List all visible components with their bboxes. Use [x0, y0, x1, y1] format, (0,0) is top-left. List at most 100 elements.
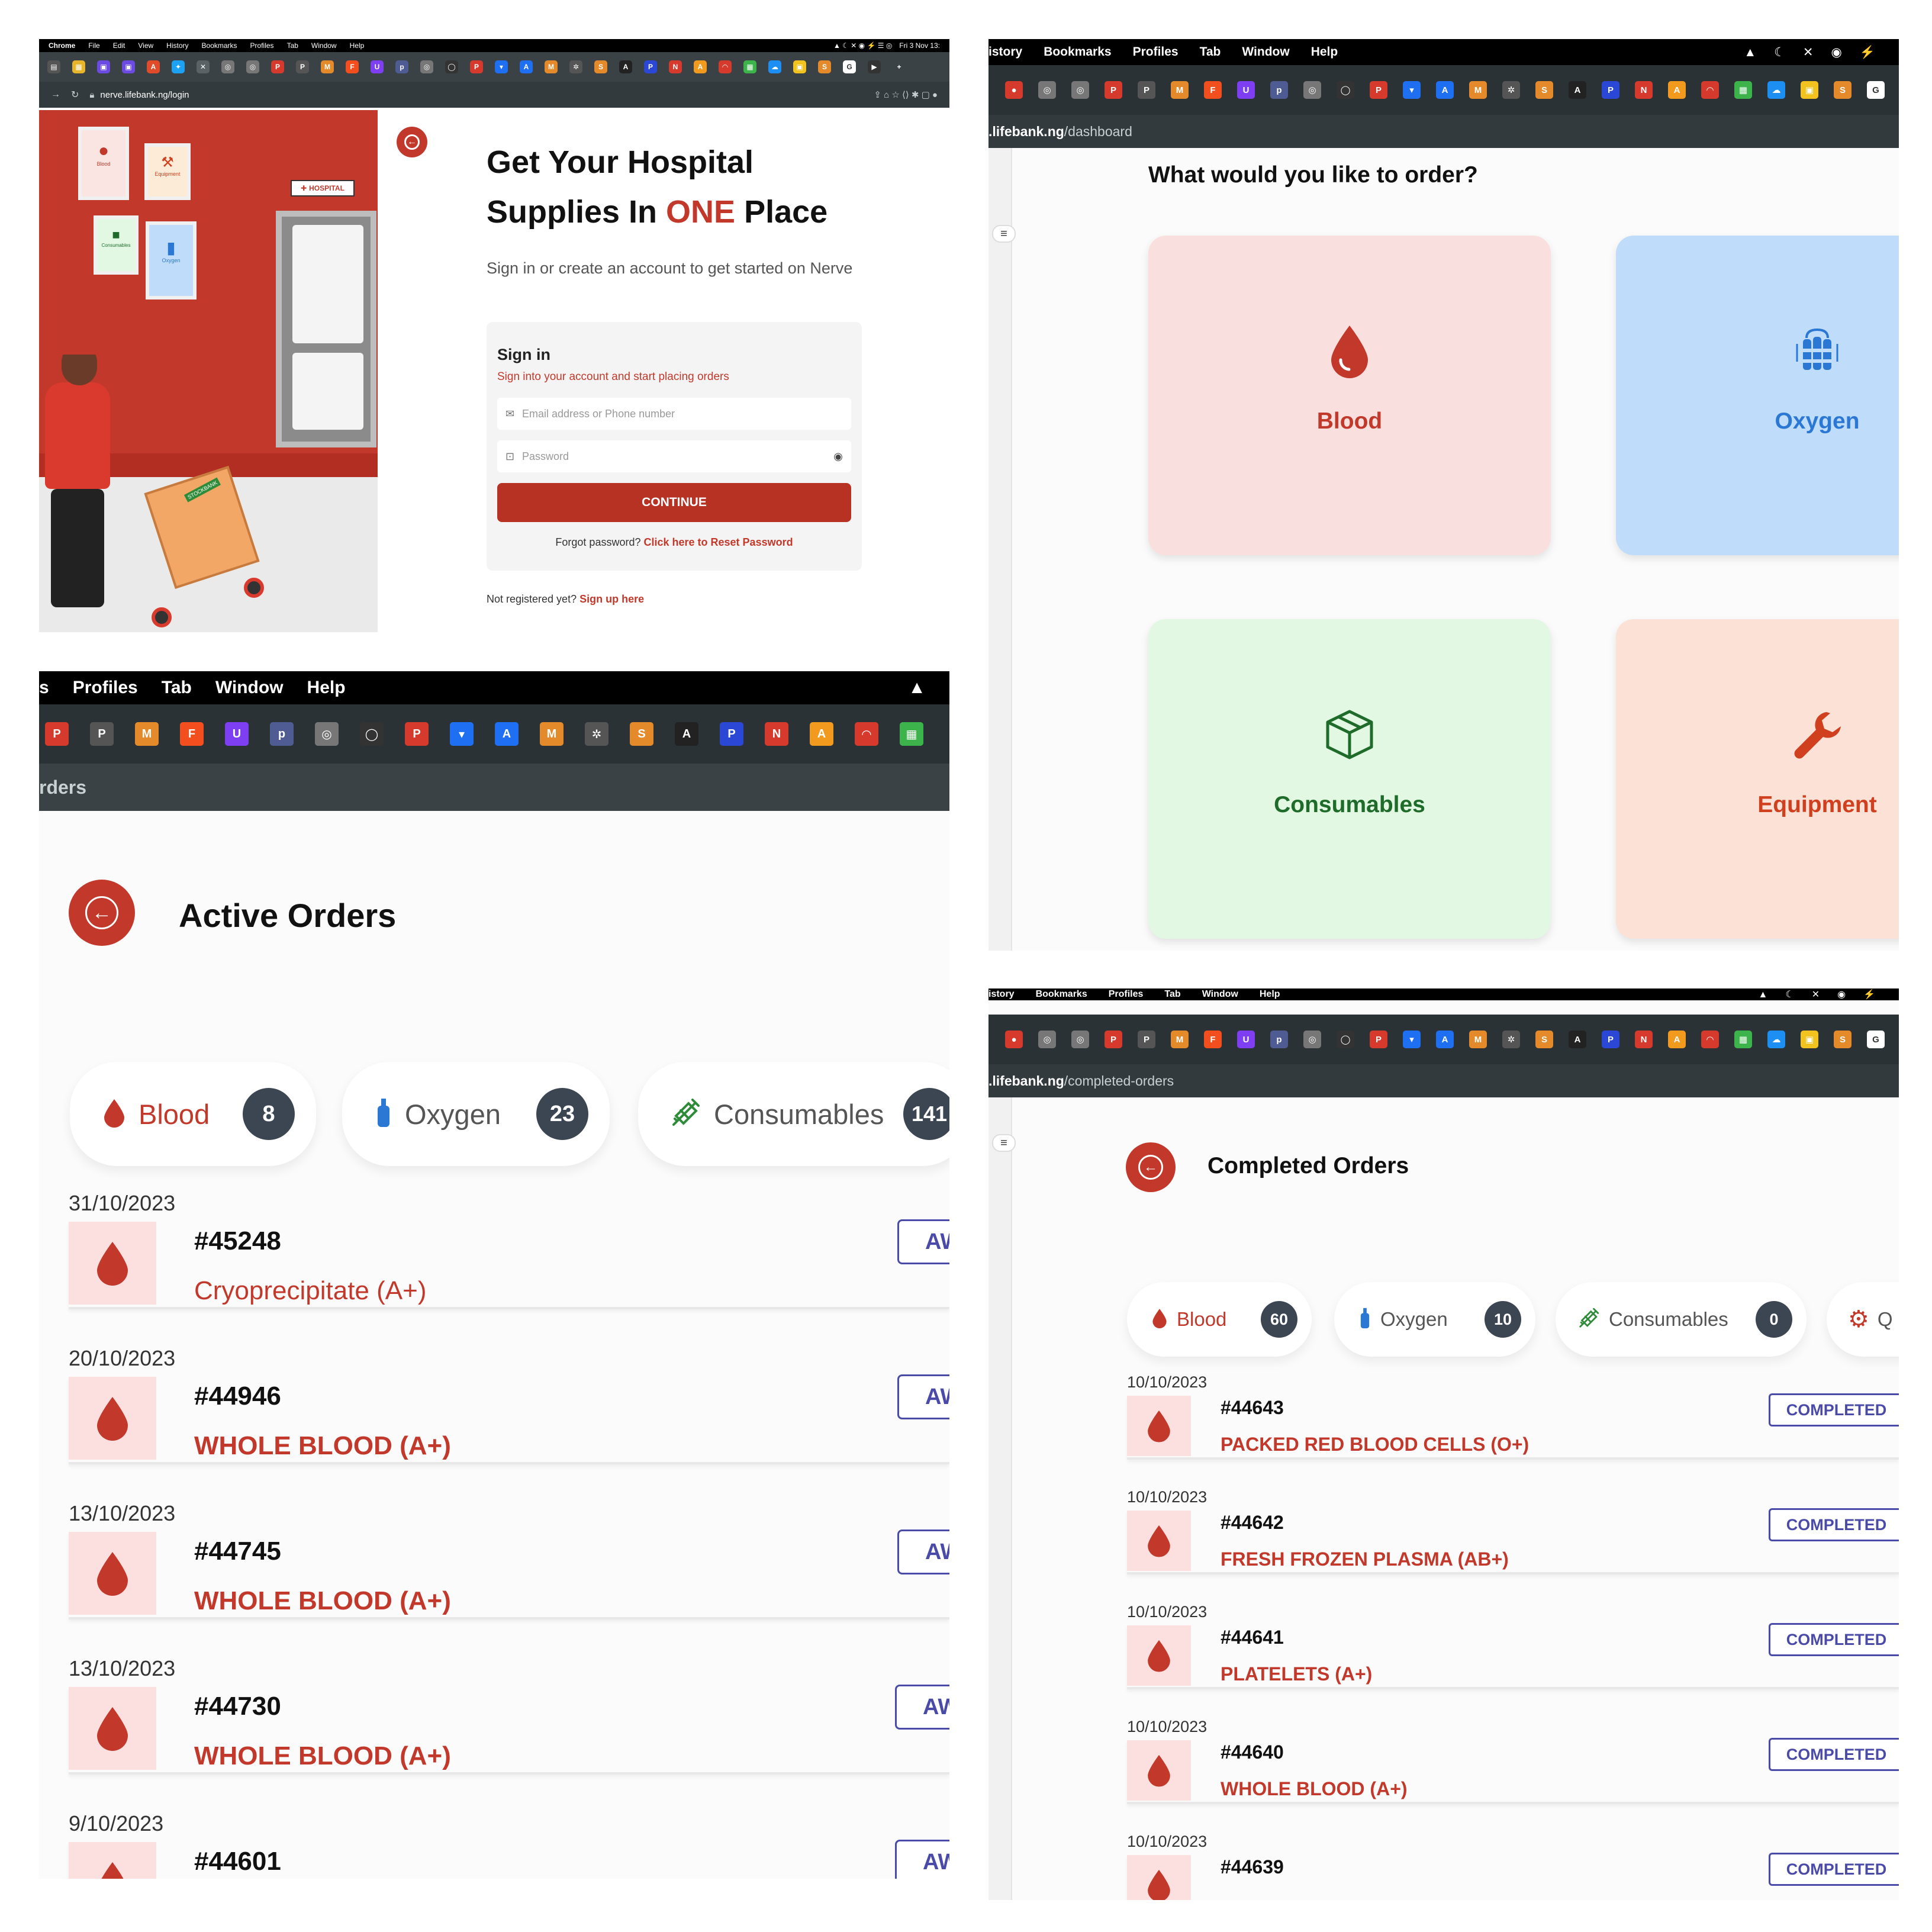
gear-icon[interactable]: ✲	[569, 60, 582, 73]
menu-item[interactable]: Bookmarks	[202, 41, 237, 50]
tab-icon[interactable]: A	[147, 60, 160, 73]
tab-icon[interactable]: ◠	[1701, 1031, 1719, 1048]
tab-icon[interactable]: A	[1569, 1031, 1586, 1048]
tab-icon[interactable]: F	[1204, 1031, 1222, 1048]
order-row[interactable]: #44601 AWAI	[69, 1840, 949, 1879]
category-card-blood[interactable]: Blood	[1148, 236, 1551, 555]
eye-icon[interactable]: ◉	[833, 450, 843, 463]
close-tab-icon[interactable]: ✕	[197, 60, 210, 73]
tab-icon[interactable]: P	[405, 722, 429, 746]
menu-item[interactable]: Help	[307, 678, 346, 698]
menu-item[interactable]: Profiles	[250, 41, 274, 50]
tab-icon[interactable]: A	[694, 60, 707, 73]
tab-icon[interactable]: P	[1105, 1031, 1122, 1048]
order-row[interactable]: #44730 WHOLE BLOOD (A+) AWAI	[69, 1685, 949, 1775]
tab-icon[interactable]: N	[1635, 1031, 1653, 1048]
menu-item[interactable]: Help	[1311, 45, 1338, 59]
tab-icon[interactable]: ▦	[900, 722, 923, 746]
tab-icon[interactable]: F	[180, 722, 204, 746]
order-row[interactable]: #44641 PLATELETS (A+) COMPLETED	[1127, 1623, 1899, 1689]
tab-icon[interactable]: ▣	[793, 60, 806, 73]
status-button[interactable]: AWAI	[895, 1685, 949, 1730]
gear-icon[interactable]: ✲	[585, 722, 608, 746]
tab-icon[interactable]: ▣	[97, 60, 110, 73]
tab-icon[interactable]: ▣	[1801, 1031, 1818, 1048]
back-button[interactable]: ←	[397, 127, 427, 157]
tab-icon[interactable]: A	[1668, 81, 1686, 99]
tab-icon[interactable]: p	[1270, 81, 1288, 99]
tab-icon[interactable]: M	[1171, 81, 1189, 99]
tab-icon[interactable]: S	[818, 60, 831, 73]
filter-pill-oxygen[interactable]: Oxygen 23	[342, 1062, 610, 1166]
order-row[interactable]: #44642 FRESH FROZEN PLASMA (AB+) COMPLET…	[1127, 1508, 1899, 1574]
tab-icon[interactable]: M	[545, 60, 558, 73]
tab-icon[interactable]: N	[765, 722, 788, 746]
menu-item[interactable]: File	[88, 41, 99, 50]
tab-icon[interactable]: U	[1237, 81, 1255, 99]
tab-icon[interactable]: F	[1204, 81, 1222, 99]
forward-icon[interactable]: →	[51, 89, 60, 100]
tab-icon[interactable]: A	[810, 722, 833, 746]
tab-icon[interactable]: P	[45, 722, 69, 746]
order-row[interactable]: #44643 PACKED RED BLOOD CELLS (O+) COMPL…	[1127, 1393, 1899, 1460]
tab-icon[interactable]: S	[1834, 81, 1852, 99]
tab-icon[interactable]: ✦	[172, 60, 185, 73]
menu-item[interactable]: istory	[988, 45, 1022, 59]
menu-item[interactable]: Window	[1242, 45, 1289, 59]
tab-icon[interactable]: M	[1171, 1031, 1189, 1048]
menu-item[interactable]: Help	[350, 41, 365, 50]
tab-icon[interactable]: ◎	[221, 60, 234, 73]
status-button[interactable]: COMPLETED	[1769, 1623, 1899, 1656]
extension-icons[interactable]: ⇪ ⌂ ☆ ⟨⟩ ✱ ▢ ●	[874, 89, 938, 100]
tab-icon[interactable]: ◯	[1337, 1031, 1354, 1048]
signup-link[interactable]: Sign up here	[579, 593, 644, 605]
tab-icon[interactable]: ▾	[495, 60, 508, 73]
tab-icon[interactable]: ◎	[1038, 1031, 1056, 1048]
menu-item[interactable]: Bookmarks	[1044, 45, 1111, 59]
tab-icon[interactable]: M	[321, 60, 334, 73]
order-row[interactable]: #44640 WHOLE BLOOD (A+) COMPLETED	[1127, 1738, 1899, 1804]
status-button[interactable]: AWA	[897, 1219, 949, 1264]
tab-icon[interactable]: U	[371, 60, 384, 73]
status-button[interactable]: AWA	[897, 1530, 949, 1574]
tab-icon[interactable]: ☁	[1767, 81, 1785, 99]
tab-icon[interactable]: F	[346, 60, 359, 73]
tab-icon[interactable]: ◎	[1303, 1031, 1321, 1048]
filter-pill-equipment[interactable]: ⚙ Q	[1827, 1282, 1899, 1357]
tab-icon[interactable]: ●	[1005, 1031, 1023, 1048]
order-row[interactable]: #44946 WHOLE BLOOD (A+) AWA	[69, 1374, 949, 1464]
tab-icon[interactable]: ◎	[315, 722, 339, 746]
status-button[interactable]: COMPLETED	[1769, 1393, 1899, 1427]
menu-item[interactable]: istory	[988, 989, 1015, 1000]
menu-item[interactable]: Help	[1260, 989, 1280, 1000]
status-button[interactable]: AWA	[897, 1374, 949, 1419]
tab-icon[interactable]: P	[271, 60, 284, 73]
tab-icon[interactable]: ▾	[450, 722, 474, 746]
tab-icon[interactable]: P	[470, 60, 483, 73]
tab-icon[interactable]: ☁	[768, 60, 781, 73]
menu-item[interactable]: Window	[1202, 989, 1238, 1000]
tab-icon[interactable]: P	[720, 722, 743, 746]
menu-item[interactable]: View	[138, 41, 153, 50]
tab-icon[interactable]: ◠	[719, 60, 732, 73]
tab-icon[interactable]: M	[540, 722, 564, 746]
filter-pill-consumables[interactable]: Consumables 141	[638, 1062, 949, 1166]
tab-icon[interactable]: ◯	[445, 60, 458, 73]
tab-icon[interactable]: ☁	[1767, 1031, 1785, 1048]
tab-icon[interactable]: M	[135, 722, 159, 746]
tab-icon[interactable]: p	[395, 60, 408, 73]
new-tab-icon[interactable]: +	[893, 60, 906, 73]
tab-icon[interactable]: P	[1602, 1031, 1619, 1048]
tab-icon[interactable]: ▾	[1403, 81, 1421, 99]
menu-item[interactable]: History	[166, 41, 188, 50]
menu-item[interactable]: Bookmarks	[1036, 989, 1087, 1000]
tab-icon[interactable]: A	[619, 60, 632, 73]
tab-icon[interactable]: A	[1436, 81, 1454, 99]
order-row[interactable]: #44745 WHOLE BLOOD (A+) AWA	[69, 1530, 949, 1619]
filter-pill-blood[interactable]: Blood 8	[70, 1062, 316, 1166]
tab-icon[interactable]: A	[1436, 1031, 1454, 1048]
menu-item[interactable]: Tab	[287, 41, 298, 50]
tab-icon[interactable]: S	[630, 722, 653, 746]
tab-icon[interactable]: U	[1237, 1031, 1255, 1048]
tab-icon[interactable]: A	[675, 722, 698, 746]
